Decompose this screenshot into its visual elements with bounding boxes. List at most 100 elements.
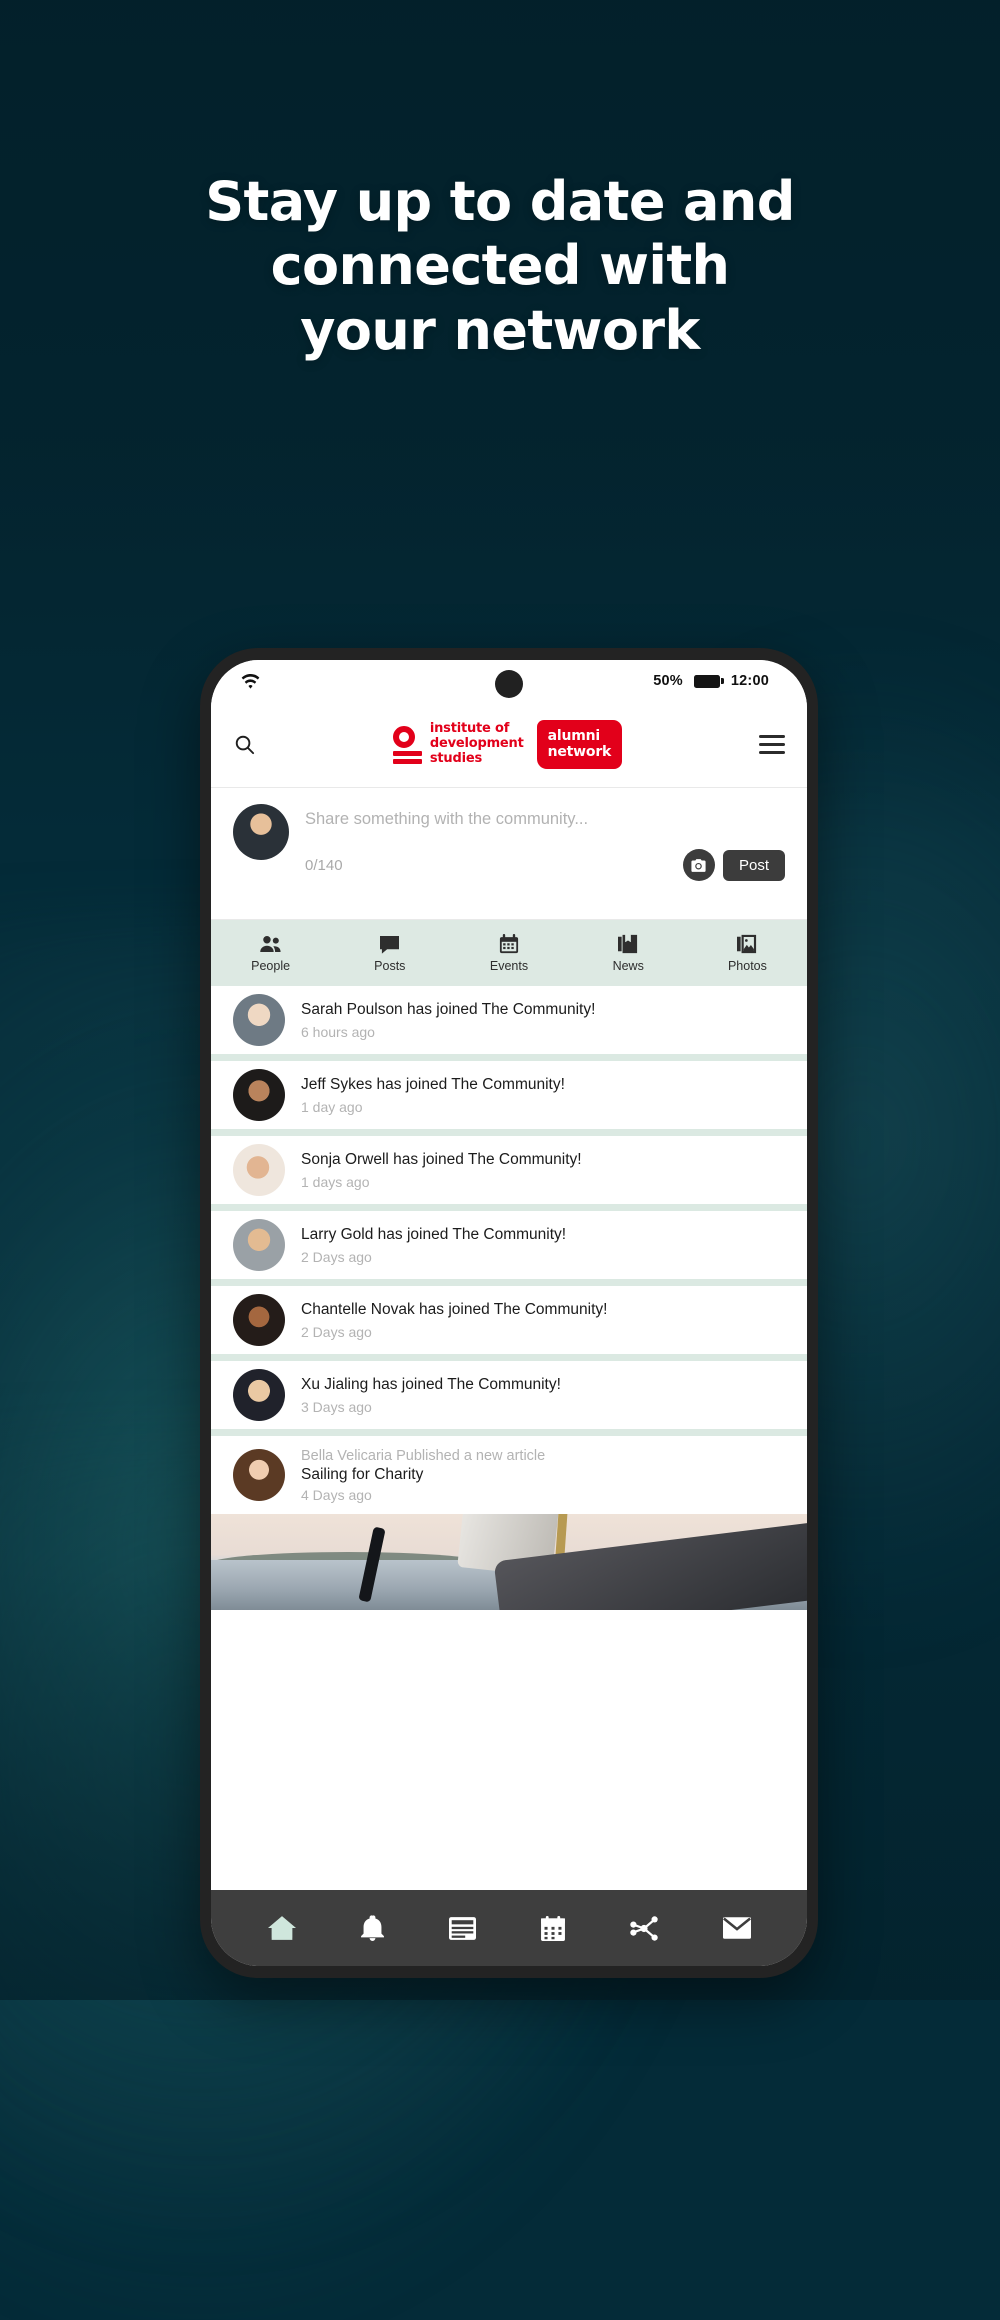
table-row[interactable]: Sonja Orwell has joined The Community! 1… [211, 1136, 807, 1204]
tab-photos[interactable]: Photos [688, 934, 807, 973]
ids-bar-1 [392, 750, 422, 756]
tab-events[interactable]: Events [449, 934, 568, 973]
hamburger-menu-icon[interactable] [759, 735, 785, 754]
row-timestamp: 6 hours ago [301, 1023, 375, 1040]
calendar-icon[interactable] [540, 1915, 565, 1941]
ids-text-line-2: development [429, 736, 524, 752]
avatar[interactable] [233, 1219, 285, 1271]
row-timestamp: 2 Days ago [301, 1323, 372, 1340]
headline-line-2: connected with [270, 234, 730, 298]
table-row[interactable]: Chantelle Novak has joined The Community… [211, 1286, 807, 1354]
news-icon[interactable] [448, 1916, 476, 1940]
avatar[interactable] [233, 1294, 285, 1346]
row-title: Jeff Sykes has joined The Community! [301, 1076, 565, 1094]
avatar[interactable] [233, 1144, 285, 1196]
ids-logo-mark [392, 725, 423, 764]
row-timestamp: 1 days ago [301, 1173, 370, 1190]
row-separator [211, 1204, 807, 1211]
people-icon [259, 934, 282, 955]
row-title: Xu Jialing has joined The Community! [301, 1376, 561, 1394]
status-bar: 50% 12:00 [211, 660, 807, 702]
table-row[interactable]: Sarah Poulson has joined The Community! … [211, 986, 807, 1054]
avatar[interactable] [233, 1369, 285, 1421]
row-timestamp: 2 Days ago [301, 1248, 372, 1265]
tab-news[interactable]: News [569, 934, 688, 973]
compose-input[interactable]: Share something with the community... [305, 804, 785, 829]
article-title: Sailing for Charity [301, 1466, 424, 1484]
tab-label: Photos [727, 958, 767, 973]
calendar-icon [499, 934, 519, 955]
avatar[interactable] [233, 1069, 285, 1121]
search-icon[interactable] [233, 733, 256, 756]
ids-bar-2 [392, 758, 422, 764]
row-title: Larry Gold has joined The Community! [301, 1226, 567, 1244]
article-byline: Bella Velicaria Published a new article [301, 1447, 546, 1464]
row-text: Chantelle Novak has joined The Community… [301, 1300, 785, 1340]
tab-people[interactable]: People [211, 934, 330, 973]
row-text: Jeff Sykes has joined The Community! 1 d… [301, 1075, 785, 1115]
ids-text-line-1: institute of [429, 721, 510, 737]
camera-icon[interactable] [682, 849, 715, 881]
compose-actions: Post [682, 849, 785, 881]
article-row[interactable]: Bella Velicaria Published a new article … [211, 1436, 807, 1514]
activity-feed: Sarah Poulson has joined The Community! … [211, 986, 807, 1890]
row-text: Larry Gold has joined The Community! 2 D… [301, 1225, 785, 1265]
tab-label: News [612, 958, 644, 973]
row-text: Xu Jialing has joined The Community! 3 D… [301, 1375, 785, 1415]
avatar[interactable] [233, 804, 289, 860]
ids-logo: institute of development studies [392, 721, 524, 766]
character-counter: 0/140 [305, 856, 343, 874]
phone-screen: 50% 12:00 institute of development studi… [211, 660, 807, 1966]
row-separator [211, 1429, 807, 1436]
hamburger-bar-2 [759, 743, 785, 746]
network-icon[interactable] [629, 1915, 658, 1941]
table-row[interactable]: Xu Jialing has joined The Community! 3 D… [211, 1361, 807, 1429]
row-title: Chantelle Novak has joined The Community… [301, 1301, 608, 1319]
battery-percent: 50% [653, 673, 683, 689]
phone-mockup: 50% 12:00 institute of development studi… [200, 648, 818, 1978]
post-button[interactable]: Post [722, 849, 785, 881]
bell-icon[interactable] [360, 1915, 384, 1941]
headline-line-3: your network [300, 298, 700, 362]
row-separator [211, 1279, 807, 1286]
table-row[interactable]: Jeff Sykes has joined The Community! 1 d… [211, 1061, 807, 1129]
camera-punch-hole [495, 670, 523, 698]
brand-logo[interactable]: institute of development studies alumni … [392, 719, 623, 770]
compose-actions-row: 0/140 Post [305, 849, 785, 881]
headline-line-1: Stay up to date and [205, 170, 795, 233]
book-icon [618, 934, 638, 955]
comment-icon [379, 934, 400, 955]
alumni-line-2: network [547, 744, 612, 760]
ids-text-line-3: studies [429, 750, 482, 766]
battery-icon [693, 674, 724, 688]
compose-fields: Share something with the community... 0/… [305, 804, 785, 907]
avatar[interactable] [233, 994, 285, 1046]
row-text: Sonja Orwell has joined The Community! 1… [301, 1150, 785, 1190]
row-timestamp: 3 Days ago [301, 1398, 372, 1415]
photos-icon [737, 934, 757, 955]
avatar[interactable] [233, 1449, 285, 1501]
row-title: Sarah Poulson has joined The Community! [301, 1001, 596, 1019]
hamburger-bar-1 [759, 735, 785, 738]
row-separator [211, 1354, 807, 1361]
ids-ring-shape [392, 725, 415, 748]
table-row[interactable]: Larry Gold has joined The Community! 2 D… [211, 1211, 807, 1279]
row-text: Bella Velicaria Published a new article … [301, 1447, 785, 1504]
tab-posts[interactable]: Posts [330, 934, 449, 973]
row-text: Sarah Poulson has joined The Community! … [301, 1000, 785, 1040]
row-timestamp: 1 day ago [301, 1098, 363, 1115]
mail-icon[interactable] [722, 1917, 751, 1939]
hamburger-bar-3 [759, 751, 785, 754]
row-separator [211, 1054, 807, 1061]
alumni-line-1: alumni [547, 727, 601, 744]
bottom-navigation-bar [211, 1890, 807, 1966]
row-separator [211, 1129, 807, 1136]
compose-box: Share something with the community... 0/… [211, 788, 807, 920]
page-headline: Stay up to date and connected with your … [0, 170, 1000, 363]
tab-label: Posts [374, 958, 406, 973]
wifi-icon [241, 673, 260, 689]
article-photo[interactable] [211, 1514, 807, 1610]
home-icon[interactable] [267, 1915, 296, 1941]
category-tab-bar: People Posts Events News Photos [211, 920, 807, 986]
status-clock: 12:00 [730, 673, 769, 689]
